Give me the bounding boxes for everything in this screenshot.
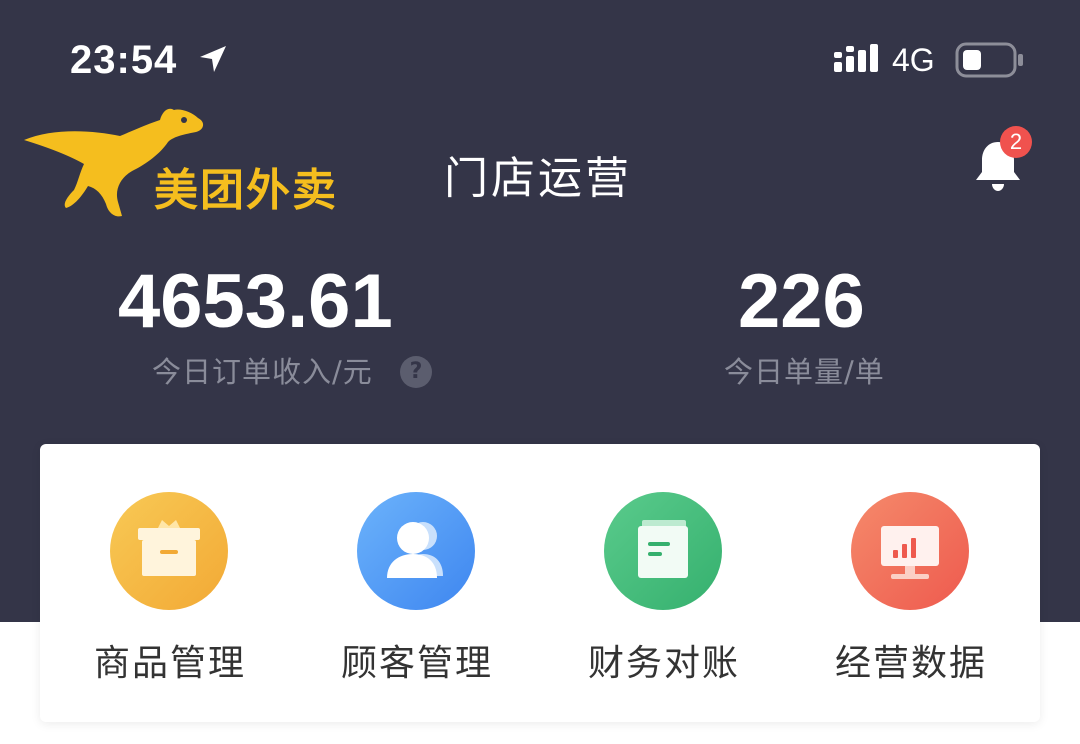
network-type: 4G — [892, 42, 935, 78]
page-title: 门店运营 — [444, 153, 632, 204]
meituan-logo: 美团外卖 — [22, 106, 362, 222]
battery-icon — [955, 42, 1023, 78]
menu-icon-circle — [357, 492, 475, 610]
help-icon[interactable]: ? — [400, 356, 432, 388]
chart-monitor-icon — [881, 526, 939, 579]
menu-item-business-data[interactable]: 经营数据 — [791, 492, 1031, 692]
menu-icon-circle — [604, 492, 722, 610]
income-label: 今日订单收入/元 — [152, 355, 373, 389]
notification-badge: 2 — [1000, 126, 1032, 158]
menu-item-product-management[interactable]: 商品管理 — [50, 492, 290, 692]
user-icon — [387, 522, 443, 578]
logo-text: 美团外卖 — [154, 165, 338, 216]
menu-item-customer-management[interactable]: 顾客管理 — [297, 492, 537, 692]
signal-icon — [834, 44, 878, 72]
income-value: 4653.61 — [118, 259, 393, 344]
menu-icon-circle — [851, 492, 969, 610]
box-icon — [138, 520, 200, 576]
location-arrow-icon — [200, 46, 226, 72]
menu-label: 顾客管理 — [340, 643, 493, 684]
menu-icon-circle — [110, 492, 228, 610]
status-time: 23:54 — [70, 37, 178, 82]
menu-label: 财务对账 — [587, 643, 740, 684]
orders-value: 226 — [738, 259, 865, 344]
menu-item-finance-reconciliation[interactable]: 财务对账 — [544, 492, 784, 692]
orders-label: 今日单量/单 — [724, 355, 885, 389]
document-icon — [638, 520, 688, 578]
feature-menu-card: 商品管理 顾客管理 财务对账 经营数据 — [40, 444, 1040, 722]
menu-label: 商品管理 — [93, 643, 246, 684]
menu-label: 经营数据 — [834, 643, 987, 684]
